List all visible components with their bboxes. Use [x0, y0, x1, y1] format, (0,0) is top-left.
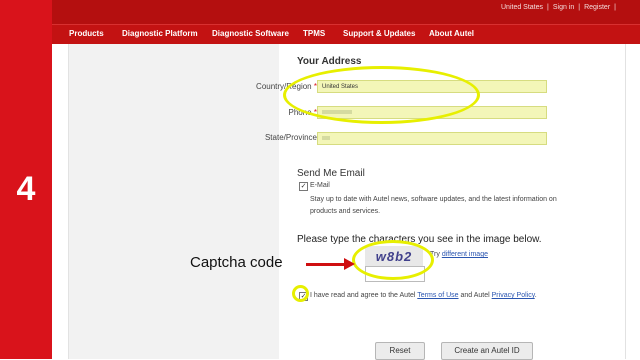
- highlight-ellipse-agree-checkbox: [292, 285, 309, 302]
- email-title: Send Me Email: [297, 168, 365, 179]
- register-link[interactable]: Register: [584, 4, 610, 11]
- different-image-link[interactable]: different image: [442, 251, 488, 258]
- captcha-try-text: Try different image: [430, 251, 488, 258]
- email-description-line2: products and services.: [310, 208, 381, 215]
- terms-of-use-link[interactable]: Terms of Use: [417, 292, 458, 299]
- nav-products[interactable]: Products: [69, 29, 104, 38]
- email-checkbox-label: E-Mail: [310, 182, 330, 189]
- side-panel: [69, 44, 279, 359]
- address-title: Your Address: [297, 56, 362, 67]
- nav-tpms[interactable]: TPMS: [303, 29, 325, 38]
- privacy-policy-link[interactable]: Privacy Policy: [492, 292, 535, 299]
- annotation-arrow-head-icon: [344, 258, 355, 270]
- main-nav: Products Diagnostic Platform Diagnostic …: [52, 24, 640, 44]
- nav-diagnostic-platform[interactable]: Diagnostic Platform: [122, 29, 198, 38]
- highlight-ellipse-captcha: [352, 240, 434, 280]
- sign-in-link[interactable]: Sign in: [553, 4, 574, 11]
- state-input[interactable]: [317, 132, 547, 145]
- agree-text: I have read and agree to the Autel Terms…: [310, 292, 537, 299]
- email-checkbox[interactable]: ✓: [299, 182, 308, 191]
- highlight-ellipse-country-phone: [283, 66, 480, 124]
- captcha-code-annotation: Captcha code: [190, 254, 283, 271]
- email-description-line1: Stay up to date with Autel news, softwar…: [310, 196, 557, 203]
- nav-diagnostic-software[interactable]: Diagnostic Software: [212, 29, 289, 38]
- state-label: State/Province: [264, 133, 317, 142]
- captcha-title: Please type the characters you see in th…: [297, 234, 542, 245]
- top-utility-bar: United States | Sign in | Register |: [52, 0, 640, 24]
- create-autel-id-button[interactable]: Create an Autel ID: [441, 342, 533, 360]
- reset-button[interactable]: Reset: [375, 342, 425, 360]
- nav-support-updates[interactable]: Support & Updates: [343, 29, 415, 38]
- step-sidebar: 4: [0, 0, 52, 359]
- step-number: 4: [16, 170, 36, 208]
- annotation-arrow-line: [306, 263, 346, 266]
- region-link[interactable]: United States: [501, 4, 543, 11]
- nav-about-autel[interactable]: About Autel: [429, 29, 474, 38]
- top-links: United States | Sign in | Register |: [501, 4, 616, 11]
